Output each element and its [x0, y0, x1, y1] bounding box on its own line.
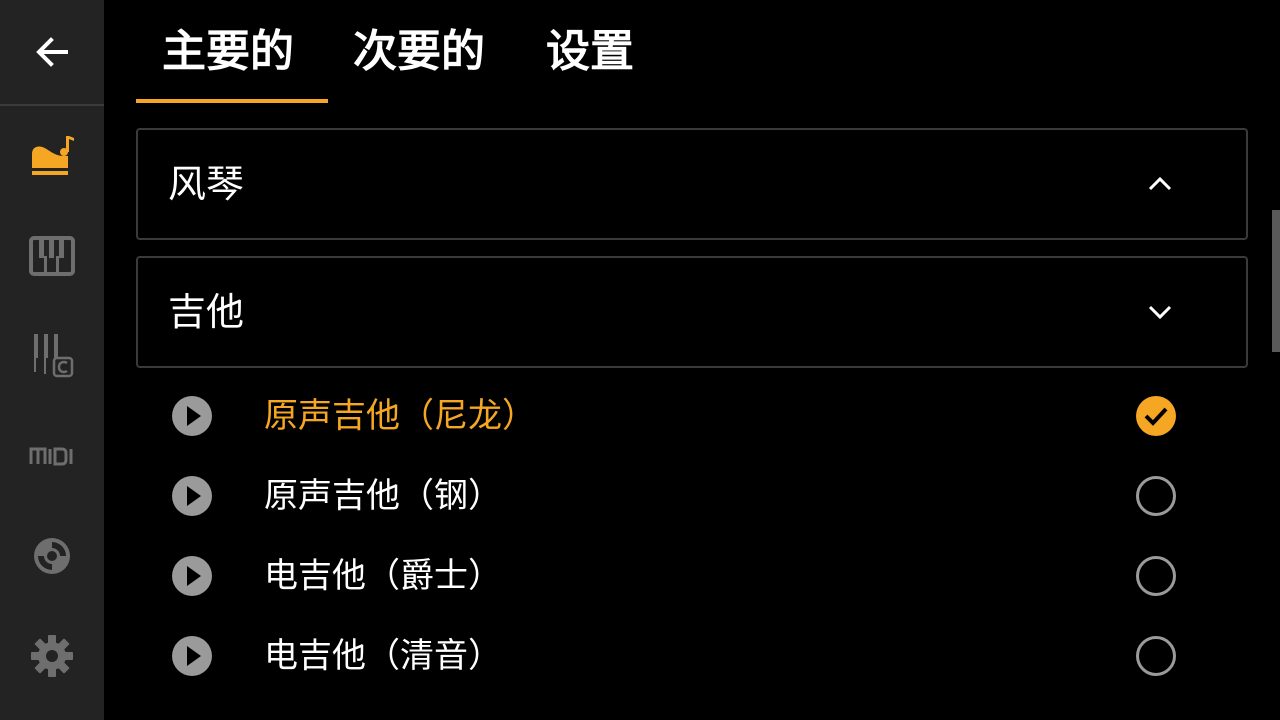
- chevron-up-icon: [1148, 176, 1172, 191]
- play-icon[interactable]: [170, 554, 214, 598]
- check-circle-icon[interactable]: [1134, 394, 1178, 438]
- instrument-row[interactable]: 原声吉他（钢）: [104, 456, 1280, 536]
- category-label: 吉他: [168, 290, 245, 334]
- instrument-row[interactable]: 原声吉他（尼龙）: [104, 376, 1280, 456]
- tab-settings[interactable]: 设置: [546, 20, 634, 84]
- category-label: 风琴: [168, 162, 245, 206]
- sidebar-item-midi[interactable]: [0, 406, 104, 506]
- radio-unchecked-icon[interactable]: [1134, 554, 1178, 598]
- instrument-label: 原声吉他（钢）: [264, 476, 502, 516]
- sidebar-item-settings[interactable]: [0, 606, 104, 706]
- tab-secondary[interactable]: 次要的: [353, 20, 485, 84]
- midi-icon: [29, 447, 73, 466]
- chevron-down-icon: [1148, 305, 1172, 320]
- gear-icon: [31, 635, 73, 677]
- back-button[interactable]: [0, 0, 104, 104]
- radio-unchecked-icon[interactable]: [1134, 634, 1178, 678]
- radio-unchecked-icon[interactable]: [1134, 474, 1178, 518]
- tab-primary[interactable]: 主要的: [162, 20, 294, 84]
- grand-piano-music-note-icon: [32, 136, 74, 175]
- piano-chord-c-icon: [34, 334, 74, 378]
- piano-keyboard-icon: [29, 236, 75, 276]
- instrument-label: 电吉他（爵士）: [264, 556, 502, 596]
- sidebar-item-instruments[interactable]: [0, 106, 104, 206]
- sidebar: [0, 0, 104, 720]
- active-tab-indicator: [136, 99, 328, 103]
- disc-icon: [34, 538, 70, 574]
- category-organ[interactable]: 风琴: [136, 128, 1248, 240]
- play-icon[interactable]: [170, 394, 214, 438]
- instrument-label: 电吉他（清音）: [264, 636, 502, 676]
- main-content: 主要的 次要的 设置 风琴 吉他 原声吉他（尼龙） 原声吉他（钢） 电吉他（爵士…: [104, 0, 1280, 720]
- arrow-left-icon: [36, 37, 68, 67]
- category-guitar[interactable]: 吉他: [136, 256, 1248, 368]
- sidebar-item-chords[interactable]: [0, 306, 104, 406]
- instrument-label: 原声吉他（尼龙）: [264, 396, 536, 436]
- play-icon[interactable]: [170, 634, 214, 678]
- instrument-row[interactable]: 电吉他（清音）: [104, 616, 1280, 696]
- sidebar-item-recordings[interactable]: [0, 506, 104, 606]
- scrollbar-thumb[interactable]: [1272, 210, 1280, 352]
- instrument-row[interactable]: 电吉他（爵士）: [104, 536, 1280, 616]
- sidebar-item-keyboard[interactable]: [0, 206, 104, 306]
- play-icon[interactable]: [170, 474, 214, 518]
